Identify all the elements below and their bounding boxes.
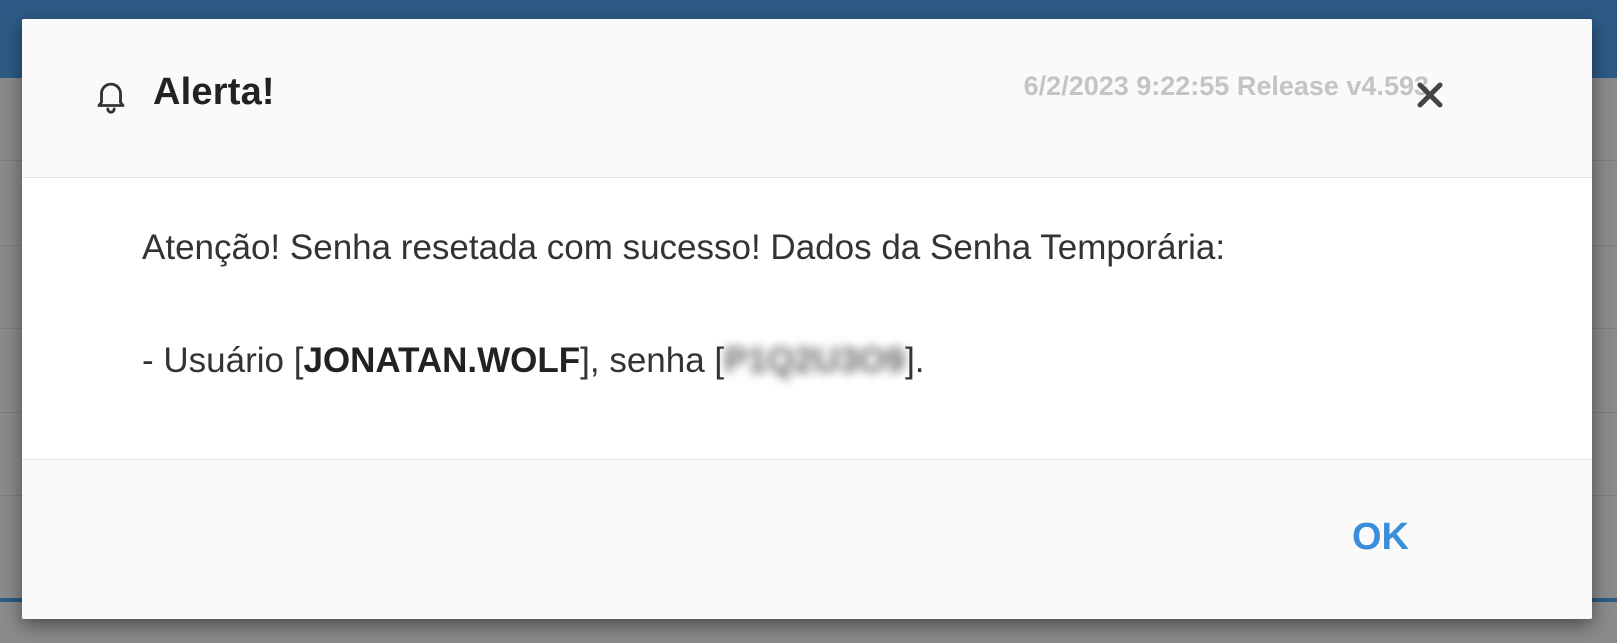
success-message: Atenção! Senha resetada com sucesso! Dad… (142, 228, 1226, 267)
ok-button[interactable]: OK (1332, 508, 1429, 567)
credentials-line: - Usuário [JONATAN.WOLF], senha [P1Q2U3O… (142, 341, 925, 381)
temporary-password-value: P1Q2U3O9 (724, 341, 906, 380)
alert-dialog: Alerta! 6/2/2023 9:22:55 Release v4.593 … (22, 19, 1592, 619)
bell-icon (97, 82, 125, 114)
dialog-body: Atenção! Senha resetada com sucesso! Dad… (22, 178, 1592, 459)
dialog-title: Alerta! (153, 71, 275, 113)
release-info: 6/2/2023 9:22:55 Release v4.593 (1023, 71, 1429, 101)
username-value: JONATAN.WOLF (303, 341, 581, 380)
user-prefix-text: - Usuário [ (142, 341, 304, 380)
dialog-footer: OK (22, 459, 1592, 619)
close-icon[interactable] (1410, 75, 1450, 115)
password-prefix-text: ], senha [ (580, 341, 725, 380)
password-suffix-text: ]. (905, 341, 925, 380)
dialog-header: Alerta! 6/2/2023 9:22:55 Release v4.593 (22, 19, 1592, 178)
